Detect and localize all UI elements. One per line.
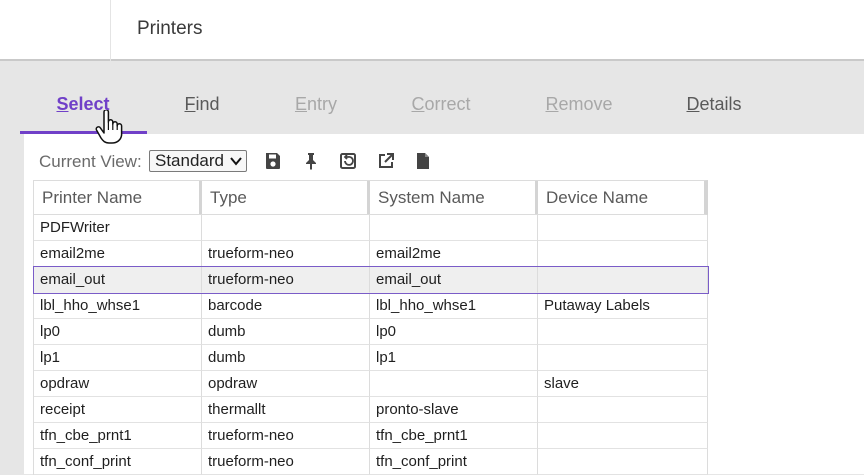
header-divider	[110, 0, 111, 61]
table-row[interactable]: tfn_conf_print trueform-neo tfn_conf_print	[34, 449, 708, 475]
select-panel: Current View: Standard Printer Name Type…	[24, 134, 864, 475]
hand-pointer-icon	[95, 110, 123, 144]
system-name-cell: tfn_cbe_prnt1	[370, 423, 538, 449]
tab-remove-accel: R	[545, 94, 559, 114]
printer-name-cell: receipt	[34, 397, 202, 423]
type-cell: barcode	[202, 293, 370, 319]
tab-find-label: ind	[195, 94, 220, 114]
system-name-cell: lp0	[370, 319, 538, 345]
tab-find[interactable]: Find	[184, 94, 219, 115]
table-row[interactable]: opdraw opdraw slave	[34, 371, 708, 397]
device-name-cell	[538, 319, 708, 345]
column-header-printer-name[interactable]: Printer Name	[34, 181, 202, 214]
printer-name-cell: email2me	[34, 241, 202, 267]
tab-correct-label: orrect	[424, 94, 471, 114]
table-row[interactable]: PDFWriter	[34, 215, 708, 241]
tab-entry-label: ntry	[307, 94, 338, 114]
tab-details-accel: D	[686, 94, 700, 114]
table-row[interactable]: email_out trueform-neo email_out	[33, 266, 709, 294]
tab-bar: Select Find Entry Correct Remove Details	[0, 62, 864, 134]
save-icon[interactable]	[263, 151, 283, 171]
type-cell	[202, 215, 370, 241]
system-name-cell: tfn_conf_print	[370, 449, 538, 475]
type-cell: trueform-neo	[202, 241, 370, 267]
tab-select-accel: S	[56, 94, 69, 114]
tab-remove[interactable]: Remove	[545, 94, 612, 115]
pin-icon[interactable]	[301, 151, 321, 171]
column-header-type[interactable]: Type	[202, 181, 370, 214]
device-name-cell	[538, 345, 708, 371]
table-body: PDFWriter email2me trueform-neo email2me ema…	[33, 215, 709, 475]
printer-name-cell: lbl_hho_whse1	[34, 293, 202, 319]
tab-correct[interactable]: Correct	[411, 94, 470, 115]
tab-find-accel: F	[184, 94, 196, 114]
table-row[interactable]: lbl_hho_whse1 barcode lbl_hho_whse1 Putaway…	[34, 293, 708, 319]
type-cell: trueform-neo	[202, 423, 370, 449]
system-name-cell: lbl_hho_whse1	[370, 293, 538, 319]
app-header: Printers	[0, 0, 864, 61]
type-cell: trueform-neo	[202, 267, 370, 293]
tab-details[interactable]: Details	[686, 94, 741, 115]
type-cell: dumb	[202, 345, 370, 371]
device-name-cell	[538, 423, 708, 449]
chevron-down-icon	[230, 157, 242, 166]
tab-remove-label: emove	[558, 94, 613, 114]
page-title: Printers	[137, 18, 203, 39]
type-cell: opdraw	[202, 371, 370, 397]
device-name-cell	[538, 241, 708, 267]
tab-details-label: etails	[699, 94, 742, 114]
system-name-cell	[370, 371, 538, 397]
type-cell: dumb	[202, 319, 370, 345]
system-name-cell	[370, 215, 538, 241]
document-icon[interactable]	[413, 151, 433, 171]
printer-table: Printer Name Type System Name Device Nam…	[33, 180, 709, 475]
external-link-icon[interactable]	[376, 151, 396, 171]
system-name-cell: pronto-slave	[370, 397, 538, 423]
device-name-cell	[538, 397, 708, 423]
device-name-cell: Putaway Labels	[538, 293, 708, 319]
printer-name-cell: PDFWriter	[34, 215, 202, 241]
restore-icon[interactable]	[338, 151, 358, 171]
tab-entry[interactable]: Entry	[295, 94, 337, 115]
tab-correct-accel: C	[411, 94, 425, 114]
printer-name-cell: opdraw	[34, 371, 202, 397]
table-row[interactable]: email2me trueform-neo email2me	[34, 241, 708, 267]
type-cell: thermallt	[202, 397, 370, 423]
view-select[interactable]: Standard	[149, 150, 247, 172]
device-name-cell	[538, 449, 708, 475]
view-select-value: Standard	[155, 151, 224, 170]
printer-name-cell: tfn_cbe_prnt1	[34, 423, 202, 449]
table-row[interactable]: receipt thermallt pronto-slave	[34, 397, 708, 423]
device-name-cell	[538, 267, 708, 293]
system-name-cell: lp1	[370, 345, 538, 371]
printer-name-cell: email_out	[34, 267, 202, 293]
current-view-label: Current View:	[39, 152, 142, 171]
printer-name-cell: tfn_conf_print	[34, 449, 202, 475]
table-header-row: Printer Name Type System Name Device Nam…	[34, 180, 708, 215]
device-name-cell	[538, 215, 708, 241]
type-cell: trueform-neo	[202, 449, 370, 475]
table-row[interactable]: lp0 dumb lp0	[34, 319, 708, 345]
column-header-system-name[interactable]: System Name	[370, 181, 538, 214]
system-name-cell: email2me	[370, 241, 538, 267]
system-name-cell: email_out	[370, 267, 538, 293]
table-row[interactable]: tfn_cbe_prnt1 trueform-neo tfn_cbe_prnt1	[34, 423, 708, 449]
column-header-device-name[interactable]: Device Name	[538, 181, 708, 214]
printer-name-cell: lp1	[34, 345, 202, 371]
table-row[interactable]: lp1 dumb lp1	[34, 345, 708, 371]
tab-entry-accel: E	[294, 94, 307, 114]
device-name-cell: slave	[538, 371, 708, 397]
printer-name-cell: lp0	[34, 319, 202, 345]
